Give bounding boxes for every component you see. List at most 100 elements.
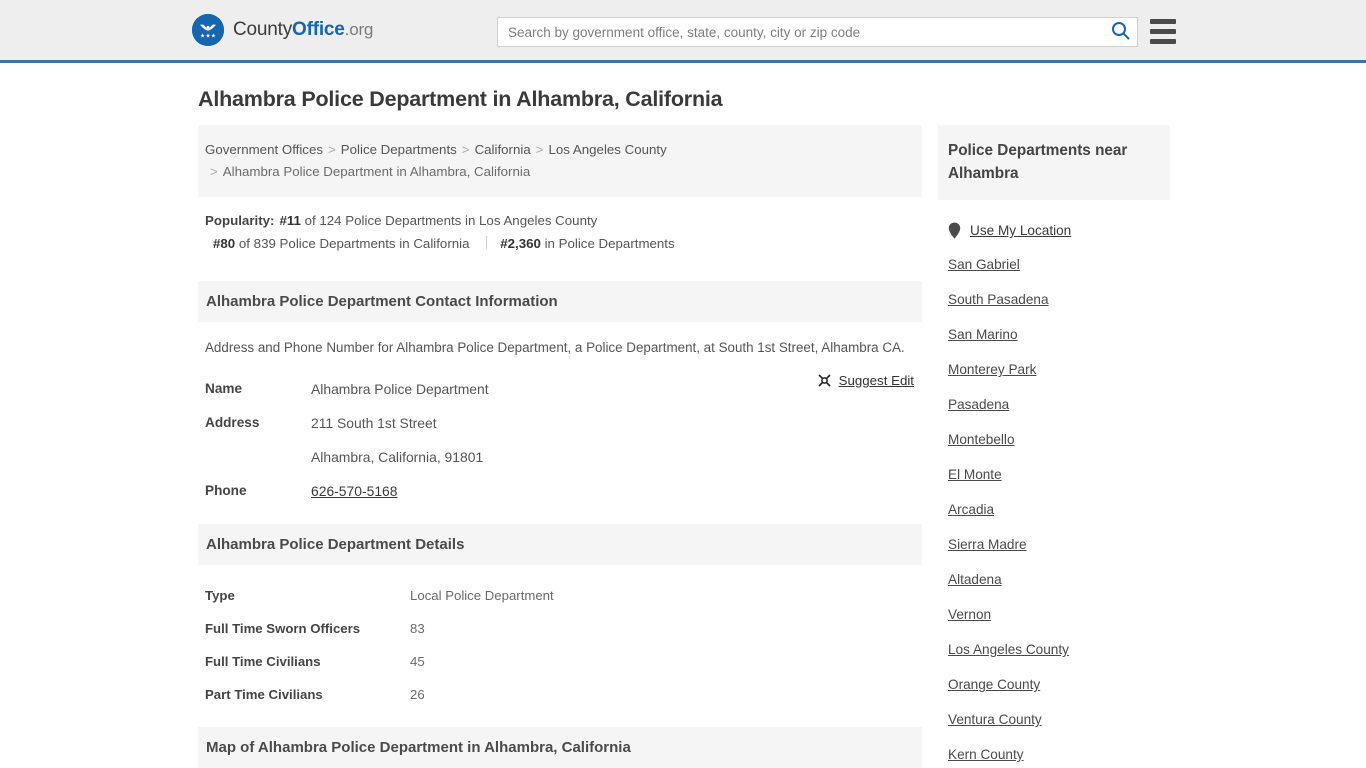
details-key-part-time-civilians: Part Time Civilians <box>205 687 323 702</box>
sidebar: Police Departments near Alhambra Use My … <box>938 125 1170 764</box>
popularity-text-county: of 124 Police Departments in Los Angeles… <box>304 213 598 228</box>
edit-pencil-icon <box>817 373 832 388</box>
sidebar-item-sierra-madre[interactable]: Sierra Madre <box>948 537 1027 552</box>
main-content-column: Government Offices > Police Departments > Ca… <box>198 125 922 768</box>
hamburger-bar <box>1150 39 1176 44</box>
search-input[interactable] <box>498 18 1103 46</box>
sidebar-item-los-angeles-county[interactable]: Los Angeles County <box>948 642 1069 657</box>
sidebar-item-south-pasadena[interactable]: South Pasadena <box>948 292 1049 307</box>
contact-value-city-state-zip: Alhambra, California, 91801 <box>311 449 484 465</box>
details-value-type: Local Police Department <box>410 588 554 603</box>
sidebar-item-arcadia[interactable]: Arcadia <box>948 502 994 517</box>
list-item: Pasadena <box>948 379 1170 414</box>
popularity-text-national: in Police Departments <box>544 236 675 251</box>
breadcrumb-separator: > <box>328 142 336 157</box>
list-item: Ventura County <box>948 694 1170 729</box>
details-row-full-time-civilians: Full Time Civilians 45 <box>198 645 922 678</box>
page-title: Alhambra Police Department in Alhambra, … <box>198 87 723 111</box>
sidebar-item-montebello[interactable]: Montebello <box>948 432 1015 447</box>
sidebar-item-pasadena[interactable]: Pasadena <box>948 397 1009 412</box>
breadcrumb-item-police-departments[interactable]: Police Departments <box>341 142 457 157</box>
contact-key-name: Name <box>205 381 243 396</box>
logo-text-office: Office <box>292 19 345 40</box>
list-item: Altadena <box>948 554 1170 589</box>
breadcrumb-item-current: Alhambra Police Department in Alhambra, … <box>222 164 531 179</box>
popularity-block: Popularity: #11 of 124 Police Departments… <box>198 197 922 265</box>
suggest-edit-button[interactable]: Suggest Edit <box>817 373 914 388</box>
eagle-stars-seal-icon <box>192 14 224 46</box>
logo-text-county: County <box>233 19 293 40</box>
breadcrumb-separator: > <box>461 142 470 157</box>
details-table: Type Local Police Department Full Time S… <box>198 565 922 711</box>
sidebar-heading: Police Departments near Alhambra <box>938 125 1170 200</box>
details-value-part-time-civilians: 26 <box>410 687 425 702</box>
details-row-part-time-civilians: Part Time Civilians 26 <box>198 678 922 711</box>
breadcrumb-separator: > <box>535 142 544 157</box>
popularity-rank-state: #80 <box>213 236 236 251</box>
hamburger-bar <box>1150 29 1176 34</box>
list-item: San Gabriel <box>948 239 1170 274</box>
breadcrumb-separator: > <box>210 164 218 179</box>
details-key-sworn-officers: Full Time Sworn Officers <box>205 621 361 636</box>
contact-key-phone: Phone <box>205 483 247 498</box>
contact-value-name: Alhambra Police Department <box>311 381 489 397</box>
popularity-label: Popularity: <box>205 213 275 228</box>
site-logo-text: CountyOffice.org <box>233 19 373 41</box>
breadcrumb-item-los-angeles-county[interactable]: Los Angeles County <box>549 142 667 157</box>
popularity-divider <box>486 236 488 249</box>
sidebar-item-vernon[interactable]: Vernon <box>948 607 991 622</box>
details-row-sworn-officers: Full Time Sworn Officers 83 <box>198 612 922 645</box>
breadcrumb-item-government-offices[interactable]: Government Offices <box>205 142 323 157</box>
map-pin-icon <box>948 222 961 239</box>
list-item: San Marino <box>948 309 1170 344</box>
use-my-location-label: Use My Location <box>970 223 1072 238</box>
phone-link[interactable]: 626-570-5168 <box>311 483 398 499</box>
details-key-type: Type <box>205 588 235 603</box>
nearby-departments-list: San Gabriel South Pasadena San Marino Mo… <box>938 239 1170 764</box>
site-logo[interactable]: CountyOffice.org <box>192 14 373 46</box>
popularity-line-1: Popularity: #11 of 124 Police Departments… <box>205 209 915 232</box>
sidebar-item-monterey-park[interactable]: Monterey Park <box>948 362 1036 377</box>
contact-section-header: Alhambra Police Department Contact Infor… <box>198 281 922 322</box>
list-item: South Pasadena <box>948 274 1170 309</box>
details-key-full-time-civilians: Full Time Civilians <box>205 654 321 669</box>
breadcrumb: Government Offices > Police Departments > Ca… <box>198 125 922 197</box>
contact-value-street: 211 South 1st Street <box>311 415 437 431</box>
sidebar-item-san-gabriel[interactable]: San Gabriel <box>948 257 1020 272</box>
list-item: Arcadia <box>948 484 1170 519</box>
contact-row-phone: Phone 626-570-5168 <box>198 474 922 508</box>
contact-row-address: Address 211 South 1st Street <box>198 406 922 440</box>
popularity-rank-national: #2,360 <box>500 236 541 251</box>
list-item: Orange County <box>948 659 1170 694</box>
contact-row-address-line2: Alhambra, California, 91801 <box>198 440 922 474</box>
contact-table: Suggest Edit Name Alhambra Police Depart… <box>198 364 922 508</box>
list-item: Sierra Madre <box>948 519 1170 554</box>
search-button[interactable] <box>1103 18 1137 46</box>
contact-description: Address and Phone Number for Alhambra Po… <box>205 340 905 355</box>
breadcrumb-item-california[interactable]: California <box>475 142 531 157</box>
popularity-text-state: of 839 Police Departments in California <box>238 236 470 251</box>
details-section-header: Alhambra Police Department Details <box>198 524 922 565</box>
sidebar-item-altadena[interactable]: Altadena <box>948 572 1002 587</box>
list-item: Montebello <box>948 414 1170 449</box>
search-bar[interactable] <box>497 17 1138 47</box>
contact-value-phone: 626-570-5168 <box>311 479 398 503</box>
list-item: El Monte <box>948 449 1170 484</box>
details-value-sworn-officers: 83 <box>410 621 425 636</box>
contact-row-name: Name Alhambra Police Department <box>198 372 922 406</box>
logo-text-org: .org <box>344 20 374 39</box>
search-icon <box>1111 21 1130 43</box>
list-item: Vernon <box>948 589 1170 624</box>
site-header: CountyOffice.org <box>0 0 1366 63</box>
sidebar-item-ventura-county[interactable]: Ventura County <box>948 712 1042 727</box>
list-item: Monterey Park <box>948 344 1170 379</box>
map-section-header: Map of Alhambra Police Department in Alh… <box>198 727 922 768</box>
sidebar-item-el-monte[interactable]: El Monte <box>948 467 1002 482</box>
sidebar-item-kern-county[interactable]: Kern County <box>948 747 1024 762</box>
use-my-location-button[interactable]: Use My Location <box>938 200 1170 239</box>
sidebar-item-san-marino[interactable]: San Marino <box>948 327 1018 342</box>
sidebar-item-orange-county[interactable]: Orange County <box>948 677 1040 692</box>
list-item: Kern County <box>948 729 1170 764</box>
hamburger-menu-icon[interactable] <box>1150 19 1176 44</box>
hamburger-bar <box>1150 19 1176 24</box>
